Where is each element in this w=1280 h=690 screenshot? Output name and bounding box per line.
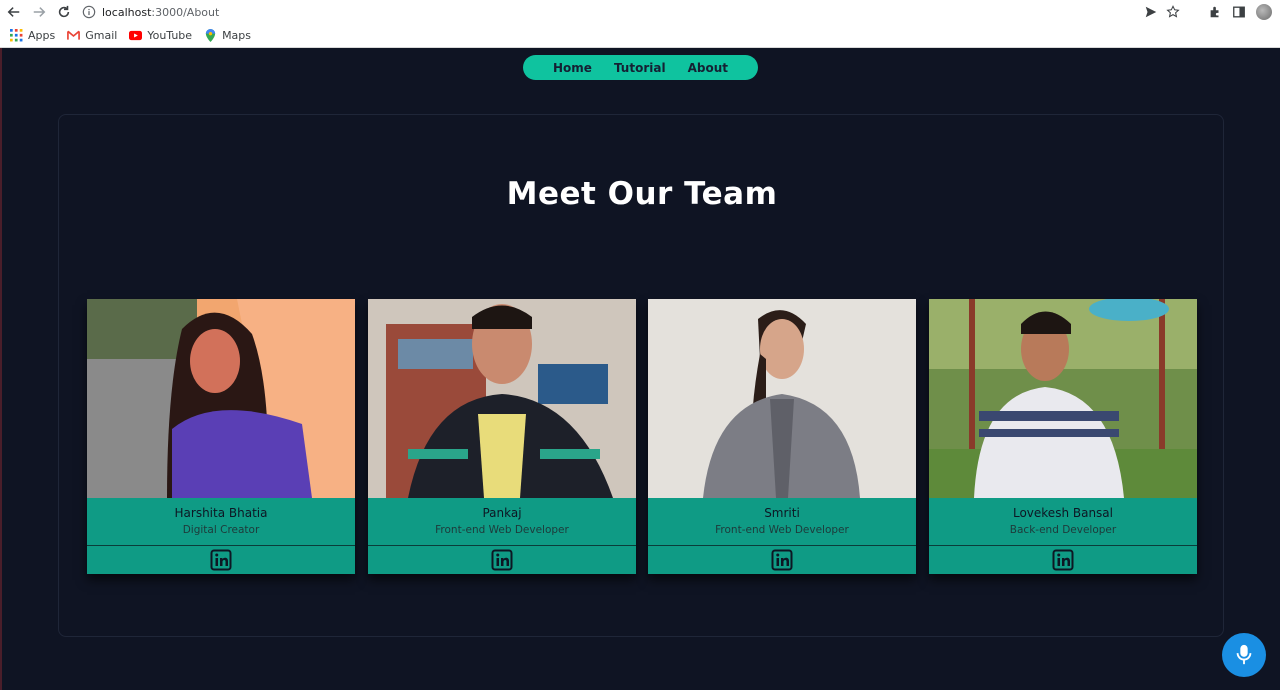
window-edge	[0, 48, 2, 690]
browser-chrome: localhost:3000/About Apps Gmail YouTube	[0, 0, 1280, 48]
page-title: Meet Our Team	[506, 176, 778, 212]
bookmark-star-icon[interactable]	[1166, 5, 1180, 19]
member-photo	[368, 299, 636, 498]
social-links	[368, 546, 636, 574]
reload-icon	[58, 5, 70, 18]
team-section: Meet Our Team Harshita Bhatia Digital Cr…	[58, 114, 1224, 637]
nav-link-about[interactable]: About	[688, 61, 728, 75]
member-name: Harshita Bhatia	[174, 506, 268, 520]
member-role: Digital Creator	[182, 524, 260, 536]
bookmark-label: Gmail	[85, 28, 118, 42]
bookmark-label: Apps	[28, 28, 56, 42]
nav-link-home[interactable]: Home	[553, 61, 592, 75]
member-info: Harshita Bhatia Digital Creator	[87, 498, 355, 545]
profile-avatar[interactable]	[1256, 4, 1272, 20]
bookmark-gmail[interactable]: Gmail	[67, 29, 117, 42]
bookmarks-bar: Apps Gmail YouTube Maps	[0, 24, 1280, 46]
member-name: Smriti	[764, 506, 800, 520]
extensions-puzzle-icon[interactable]	[1208, 5, 1222, 19]
omnibox-actions	[1144, 2, 1180, 22]
page-viewport: Home Tutorial About Meet Our Team Harshi…	[0, 48, 1280, 690]
member-photo	[648, 299, 916, 498]
member-info: Smriti Front-end Web Developer	[648, 498, 916, 545]
site-info-icon[interactable]	[82, 5, 96, 19]
back-button[interactable]	[3, 1, 25, 23]
bookmark-youtube[interactable]: YouTube	[129, 29, 192, 42]
linkedin-icon[interactable]	[771, 549, 793, 571]
youtube-icon	[129, 30, 143, 40]
address-bar[interactable]: localhost:3000/About	[76, 2, 1184, 22]
social-links	[929, 546, 1197, 574]
apps-grid-icon	[10, 28, 23, 41]
member-name: Lovekesh Bansal	[1012, 506, 1113, 520]
linkedin-icon[interactable]	[1052, 549, 1074, 571]
member-info: Pankaj Front-end Web Developer	[368, 498, 636, 545]
team-card: Smriti Front-end Web Developer	[648, 299, 916, 574]
send-icon[interactable]	[1144, 5, 1158, 19]
linkedin-icon[interactable]	[491, 549, 513, 571]
team-card: Lovekesh Bansal Back-end Developer	[929, 299, 1197, 574]
bookmark-apps[interactable]: Apps	[10, 28, 56, 42]
member-role: Back-end Developer	[1009, 524, 1117, 536]
linkedin-icon[interactable]	[210, 549, 232, 571]
bookmark-label: YouTube	[147, 28, 193, 42]
back-arrow-icon	[7, 7, 20, 17]
reload-button[interactable]	[53, 1, 75, 23]
bookmark-label: Maps	[222, 28, 252, 42]
url-path: :3000/About	[151, 5, 220, 19]
member-photo	[929, 299, 1197, 498]
social-links	[648, 546, 916, 574]
member-role: Front-end Web Developer	[435, 524, 569, 536]
member-name: Pankaj	[482, 506, 522, 520]
voice-assistant-button[interactable]	[1222, 633, 1266, 677]
forward-button[interactable]	[28, 1, 50, 23]
main-navbar: Home Tutorial About	[523, 55, 758, 80]
side-panel-icon[interactable]	[1232, 5, 1246, 19]
bookmark-maps[interactable]: Maps	[204, 28, 252, 42]
toolbar-right	[1208, 2, 1272, 22]
member-photo	[87, 299, 355, 498]
team-card: Pankaj Front-end Web Developer	[368, 299, 636, 574]
forward-arrow-icon	[33, 7, 46, 17]
browser-toolbar: localhost:3000/About	[0, 0, 1280, 24]
microphone-icon	[1236, 644, 1252, 665]
member-role: Front-end Web Developer	[715, 524, 849, 536]
team-card: Harshita Bhatia Digital Creator	[87, 299, 355, 574]
gmail-icon	[67, 30, 81, 40]
social-links	[87, 546, 355, 574]
url-host: localhost	[102, 5, 152, 19]
maps-icon	[205, 28, 216, 42]
nav-link-tutorial[interactable]: Tutorial	[614, 61, 666, 75]
member-info: Lovekesh Bansal Back-end Developer	[929, 498, 1197, 545]
